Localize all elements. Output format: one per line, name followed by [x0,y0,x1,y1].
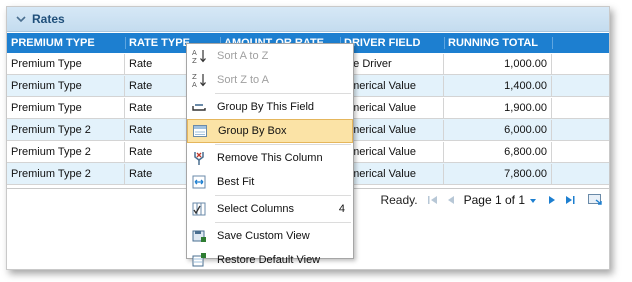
column-context-menu: AZ Sort A to Z ZA Sort Z to A Group By T… [186,43,354,267]
menu-item-label: Restore Default View [217,254,321,266]
page-indicator: Page 1 of 1 [463,193,525,207]
export-icon[interactable] [587,192,603,208]
menu-separator [215,144,351,145]
cell-premium-type: Premium Type [7,97,125,118]
panel-title: Rates [32,12,65,26]
group-by-field-icon [191,99,207,115]
menu-separator [215,222,351,223]
column-header-driver-field[interactable]: DRIVER FIELD [340,33,444,53]
cell-driver-field: umerical Value [340,119,444,140]
group-by-box-icon [192,123,208,139]
cell-driver-field: umerical Value [340,141,444,162]
column-divider[interactable] [552,37,553,49]
menu-item-label: Sort Z to A [217,74,269,86]
cell-driver-field: umerical Value [340,163,444,184]
svg-text:A: A [192,81,197,88]
cell-running-total: 7,800.00 [444,163,552,184]
menu-item-label: Group By Box [218,125,287,137]
sort-z-to-a-icon: ZA [191,72,207,88]
column-header-premium-type[interactable]: PREMIUM TYPE [7,33,125,53]
cell-premium-type: Premium Type [7,75,125,96]
cell-running-total: 1,400.00 [444,75,552,96]
column-header-running-total[interactable]: RUNNING TOTAL [444,33,552,53]
cell-running-total: 6,000.00 [444,119,552,140]
menu-item-label: Select Columns [217,203,295,215]
save-view-icon [191,228,207,244]
menu-item-sort-z-to-a[interactable]: ZA Sort Z to A [187,68,353,92]
menu-item-group-by-box[interactable]: Group By Box [187,119,353,143]
menu-item-save-custom-view[interactable]: Save Custom View [187,224,353,248]
status-text: Ready. [380,193,418,207]
select-columns-icon [191,201,207,217]
menu-item-label: Best Fit [217,176,255,188]
cell-premium-type: Premium Type 2 [7,141,125,162]
next-page-icon[interactable] [545,193,559,207]
previous-page-icon[interactable] [444,193,458,207]
svg-text:Z: Z [192,73,197,81]
menu-item-remove-this-column[interactable]: Remove This Column [187,146,353,170]
cell-driver-field: umerical Value [340,97,444,118]
sort-a-to-z-icon: AZ [191,48,207,64]
last-page-icon[interactable] [563,193,577,207]
menu-item-label: Save Custom View [217,230,310,242]
cell-premium-type: Premium Type 2 [7,163,125,184]
menu-item-sort-a-to-z[interactable]: AZ Sort A to Z [187,44,353,68]
submenu-count: 4 [338,203,345,215]
svg-text:A: A [192,49,197,57]
cell-driver-field: ate Driver [340,53,444,74]
menu-item-label: Group By This Field [217,101,315,113]
restore-view-icon [191,252,207,268]
menu-item-label: Remove This Column [217,152,323,164]
cell-driver-field: umerical Value [340,75,444,96]
page-dropdown-icon[interactable] [529,193,537,207]
menu-item-restore-default-view[interactable]: Restore Default View [187,248,353,272]
menu-separator [215,195,351,196]
chevron-down-icon[interactable] [16,15,26,23]
menu-item-best-fit[interactable]: Best Fit [187,170,353,194]
column-divider[interactable] [444,37,445,49]
remove-column-icon [191,150,207,166]
cell-running-total: 1,900.00 [444,97,552,118]
column-divider[interactable] [125,37,126,49]
cell-running-total: 6,800.00 [444,141,552,162]
menu-item-label: Sort A to Z [217,50,269,62]
cell-premium-type: Premium Type 2 [7,119,125,140]
cell-running-total: 1,000.00 [444,53,552,74]
cell-premium-type: Premium Type [7,53,125,74]
menu-separator [215,93,351,94]
menu-item-select-columns[interactable]: Select Columns 4 [187,197,353,221]
first-page-icon[interactable] [426,193,440,207]
menu-item-group-by-this-field[interactable]: Group By This Field [187,95,353,119]
best-fit-icon [191,174,207,190]
svg-text:Z: Z [192,57,197,64]
panel-header[interactable]: Rates [7,7,609,32]
